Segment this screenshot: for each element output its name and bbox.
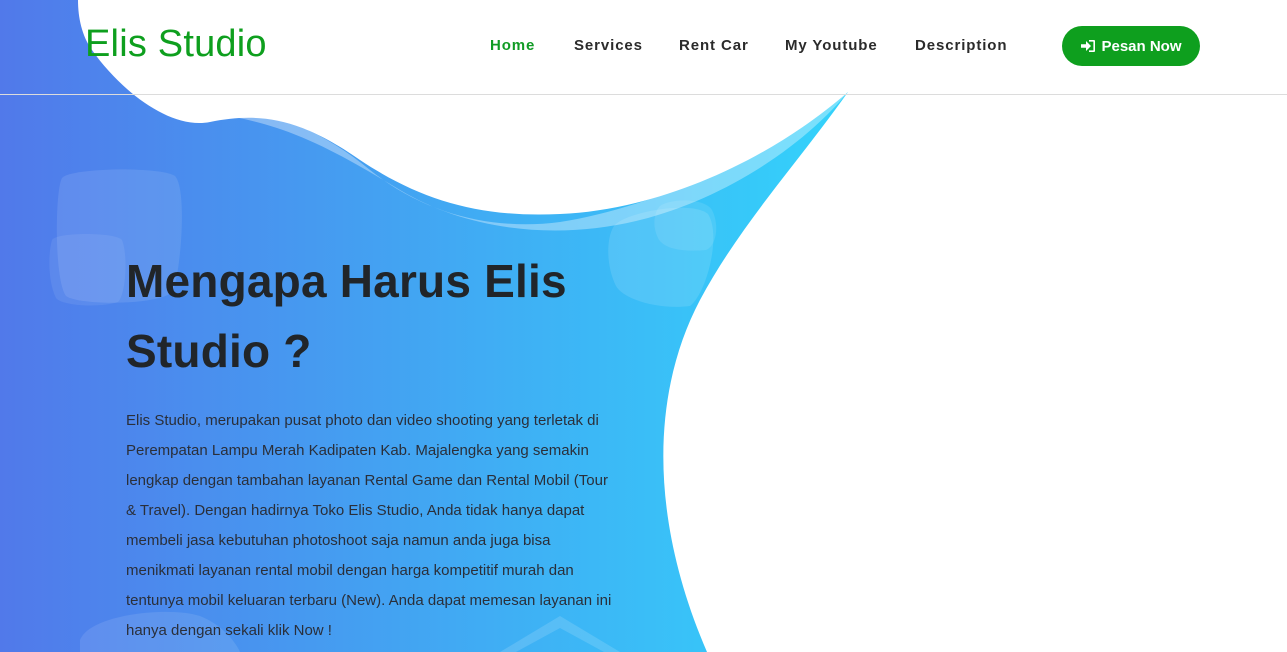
nav-link-home[interactable]: Home	[490, 36, 535, 56]
decor-shape	[49, 234, 126, 306]
site-header: Elis Studio Home Services Rent Car My Yo…	[0, 0, 1287, 95]
hero-description: Elis Studio, merupakan pusat photo dan v…	[126, 412, 612, 639]
sign-in-icon	[1080, 39, 1096, 53]
pesan-now-button[interactable]: Pesan Now	[1062, 26, 1200, 66]
nav-link-my-youtube[interactable]: My Youtube	[785, 36, 878, 56]
hero-title: Mengapa Harus Elis Studio ?	[126, 255, 567, 377]
brand-logo-link[interactable]: Elis Studio	[85, 22, 267, 66]
nav-link-rent-car[interactable]: Rent Car	[679, 36, 749, 56]
pesan-now-label: Pesan Now	[1101, 37, 1182, 55]
page: Elis Studio Home Services Rent Car My Yo…	[0, 0, 1287, 652]
nav-link-description[interactable]: Description	[915, 36, 1007, 56]
nav-link-services[interactable]: Services	[574, 36, 643, 56]
